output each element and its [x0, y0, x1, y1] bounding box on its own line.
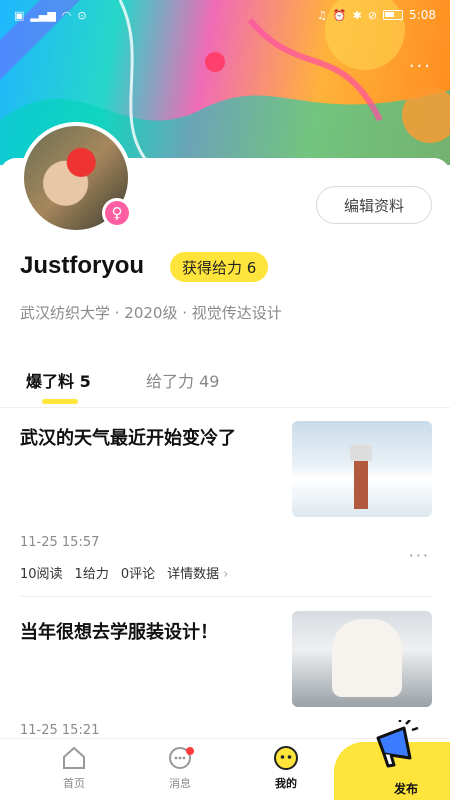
nav-me[interactable]: 我的: [256, 745, 316, 791]
bluetooth-icon: ✱: [352, 8, 362, 22]
tab-gave-power-count: 49: [199, 372, 220, 391]
nav-home[interactable]: 首页: [44, 745, 104, 791]
status-time: 5:08: [409, 8, 436, 22]
more-options-icon[interactable]: ···: [409, 56, 432, 77]
edit-profile-button[interactable]: 编辑资料: [316, 186, 432, 224]
post-title[interactable]: 武汉的天气最近开始变冷了: [20, 424, 236, 450]
battery-icon: [383, 10, 404, 20]
sim-icon: ▣: [14, 8, 25, 22]
signal-icon: ▂▄▆: [30, 8, 56, 22]
home-icon: [63, 746, 85, 769]
post-thumbnail[interactable]: [292, 421, 432, 517]
thumbnail-art: [332, 619, 402, 697]
post-details-label: 详情数据: [167, 567, 220, 582]
notification-dot: [186, 747, 194, 755]
post-divider: [20, 596, 432, 597]
post-comments: 0评论: [120, 567, 156, 582]
nav-messages[interactable]: 消息: [150, 745, 210, 791]
headset-icon: ♫: [317, 8, 327, 22]
post-details-link[interactable]: 详情数据 ›: [167, 563, 228, 582]
tab-posted-label: 爆了料: [26, 372, 75, 391]
status-bar: ▣ ▂▄▆ ◠ ⊙ ♫ ⏰ ✱ ⊘ 5:08: [0, 0, 450, 30]
tab-posted-count: 5: [79, 372, 91, 391]
tab-posted[interactable]: 爆了料 5: [26, 368, 91, 392]
active-tab-indicator: [42, 399, 78, 404]
school-info: 武汉纺织大学 · 2020级 · 视觉传达设计: [20, 304, 282, 322]
post-title[interactable]: 当年很想去学服装设计！: [20, 618, 218, 644]
power-badge: 获得给力 6: [170, 252, 269, 282]
face-icon: [274, 746, 298, 770]
wifi-icon: ◠: [61, 8, 72, 22]
post-stats: 10阅读 1给力 0评论 详情数据 ›: [20, 563, 228, 582]
female-icon: ♀: [105, 201, 129, 225]
tab-gave-power-label: 给了力: [146, 372, 195, 391]
nav-home-label: 首页: [63, 777, 85, 790]
thumbnail-art: [350, 445, 372, 509]
gender-badge: ♀: [102, 198, 132, 228]
chevron-right-icon: ›: [223, 567, 229, 582]
megaphone-icon: [376, 720, 419, 768]
publish-label: 发布: [393, 782, 418, 796]
post-thumbnail[interactable]: [292, 611, 432, 707]
post-time: 11-25 15:57: [20, 535, 100, 550]
status-bar-right: ♫ ⏰ ✱ ⊘ 5:08: [317, 8, 436, 22]
nav-messages-label: 消息: [169, 777, 191, 790]
tab-gave-power[interactable]: 给了力 49: [146, 368, 219, 392]
post-more-icon[interactable]: ···: [409, 546, 430, 565]
post-time: 11-25 15:21: [20, 723, 100, 738]
status-bar-left: ▣ ▂▄▆ ◠ ⊙: [14, 10, 87, 21]
app-notification-icon: ⊙: [77, 8, 87, 22]
post-reads: 10阅读: [20, 567, 63, 582]
nav-me-label: 我的: [275, 777, 297, 790]
alarm-icon: ⏰: [332, 8, 347, 22]
mute-icon: ⊘: [367, 8, 378, 22]
username: Justforyou: [20, 252, 145, 279]
post-power: 1给力: [74, 567, 109, 582]
